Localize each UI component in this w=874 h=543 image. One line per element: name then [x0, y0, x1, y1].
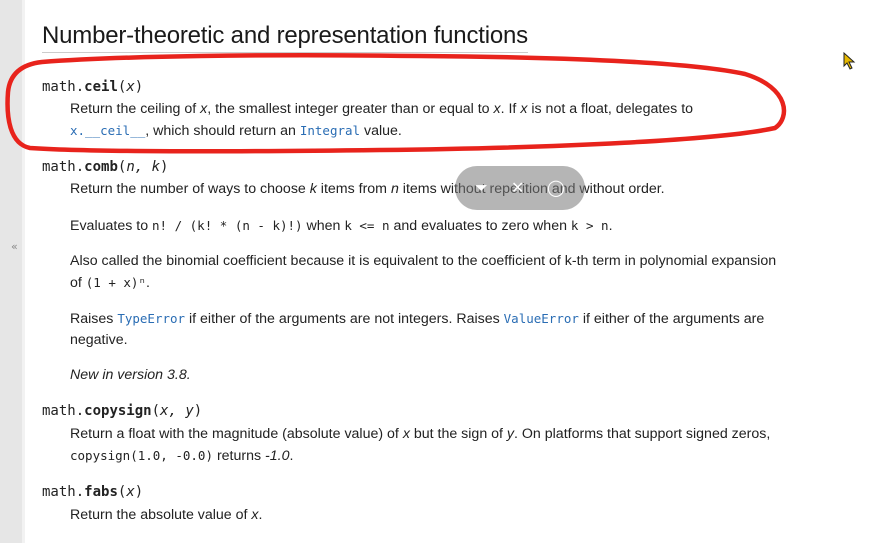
sig-params: n, k — [126, 159, 161, 175]
funnel-icon[interactable]: ⏷ — [475, 178, 488, 198]
text: Return the number of ways to choose — [70, 181, 310, 197]
sig-module: math. — [42, 403, 85, 419]
valueerror-link[interactable]: ValueError — [504, 311, 579, 326]
sidebar-collapse-button[interactable]: « — [11, 240, 18, 253]
text: and evaluates to zero when — [389, 218, 571, 234]
section-title: Number-theoretic and representation func… — [42, 22, 528, 53]
comb-paragraph-3: Also called the binomial coefficient bec… — [70, 251, 790, 294]
comb-paragraph-2: Evaluates to n! / (k! * (n - k)!) when k… — [70, 215, 790, 237]
param-ref: k — [309, 181, 317, 197]
text: Evaluates to — [70, 218, 153, 234]
sig-close: ) — [134, 79, 144, 95]
text: Also called the binomial coefficient bec… — [70, 253, 777, 291]
sig-open: ( — [151, 403, 161, 419]
arrow-cursor-icon — [843, 52, 856, 70]
sig-params: x — [126, 484, 135, 500]
version-text: New in version 3.8. — [70, 367, 191, 383]
comb-paragraph-4: Raises TypeError if either of the argume… — [70, 308, 790, 351]
comb-version-note: New in version 3.8. — [70, 365, 790, 386]
sig-close: ) — [134, 484, 144, 500]
text: . — [146, 275, 150, 291]
param-ref: n — [390, 181, 399, 197]
sig-params: x — [126, 79, 135, 95]
text: . — [258, 507, 263, 523]
param-ref: x — [493, 101, 501, 117]
sig-function-name: copysign — [84, 403, 152, 419]
record-icon[interactable]: ◯ — [547, 178, 565, 197]
sig-module: math. — [42, 484, 85, 500]
ceil-signature: math.ceil(x) — [42, 79, 143, 95]
sig-module: math. — [42, 79, 85, 95]
value-ref: -1.0 — [265, 448, 290, 464]
text: Return a float with the magnitude (absol… — [70, 426, 403, 442]
text: . — [608, 218, 613, 234]
inline-code: k > n — [570, 218, 609, 233]
text: Return the ceiling of — [70, 101, 201, 117]
inline-code: n! / (k! * (n - k)!) — [152, 218, 303, 233]
param-ref: y — [506, 426, 515, 442]
inline-code: k <= n — [344, 218, 390, 233]
ceil-dunder-link[interactable]: x.__ceil__ — [70, 123, 145, 138]
inline-code: copysign(1.0, -0.0) — [70, 448, 213, 463]
text: Raises — [70, 311, 118, 327]
sig-module: math. — [42, 159, 85, 175]
sidebar-edge — [22, 0, 25, 543]
sig-function-name: comb — [84, 159, 118, 175]
text: when — [302, 218, 345, 234]
sig-function-name: ceil — [84, 79, 118, 95]
text: if either of the arguments are not integ… — [185, 311, 504, 327]
param-ref: x — [251, 507, 259, 523]
text: , the smallest integer greater than or e… — [207, 101, 494, 117]
mute-icon[interactable]: ✕ — [511, 178, 524, 197]
text: is not a float, delegates to — [527, 101, 694, 117]
sig-close: ) — [160, 159, 169, 175]
comb-paragraph-1: Return the number of ways to choose k it… — [70, 179, 790, 200]
integral-link[interactable]: Integral — [300, 123, 360, 138]
sig-params: x, y — [160, 403, 194, 419]
text: value. — [360, 123, 402, 139]
copysign-signature: math.copysign(x, y) — [42, 403, 202, 419]
sig-function-name: fabs — [84, 484, 118, 500]
comb-signature: math.comb(n, k) — [42, 159, 168, 175]
media-controls-overlay[interactable]: ⏷ ✕ ◯ — [455, 166, 585, 210]
text: , which should return an — [145, 123, 300, 139]
text: Return the absolute value of — [70, 507, 252, 523]
text: . If — [500, 101, 521, 117]
text: items from — [316, 181, 391, 197]
typeerror-link[interactable]: TypeError — [117, 311, 185, 326]
text: . — [289, 448, 294, 464]
fabs-description: Return the absolute value of x. — [70, 505, 790, 526]
text: but the sign of — [409, 426, 507, 442]
fabs-signature: math.fabs(x) — [42, 484, 143, 500]
sidebar-strip — [0, 0, 22, 543]
copysign-description: Return a float with the magnitude (absol… — [70, 424, 790, 467]
ceil-description: Return the ceiling of x, the smallest in… — [70, 99, 790, 142]
text: . On platforms that support signed zeros… — [514, 426, 771, 442]
text: returns — [213, 448, 266, 464]
sig-close: ) — [193, 403, 203, 419]
param-ref: x — [402, 426, 410, 442]
inline-code: (1 + x)ⁿ — [85, 275, 146, 290]
